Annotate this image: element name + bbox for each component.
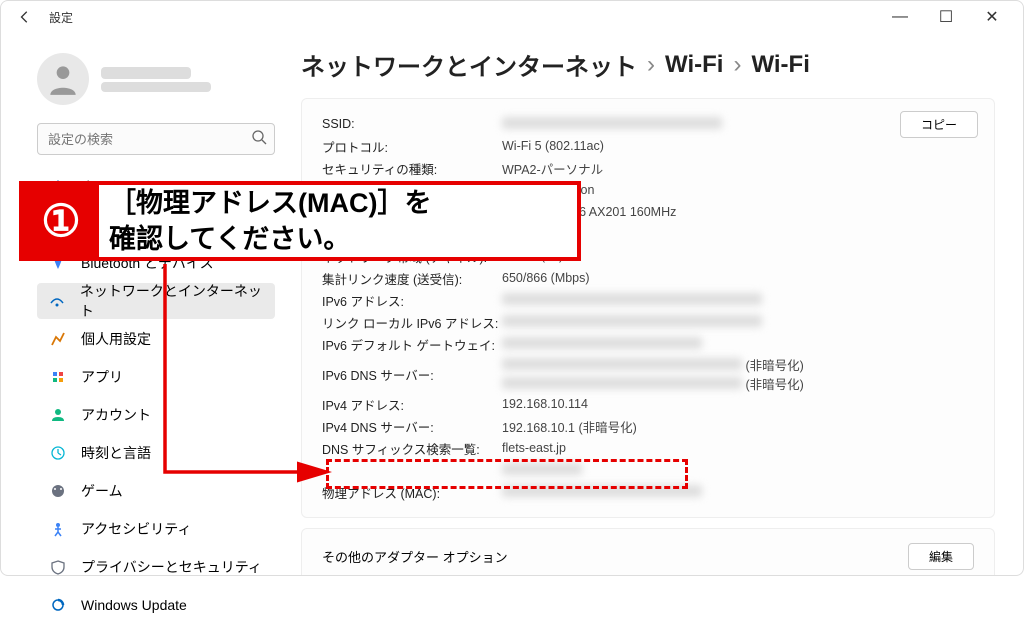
detail-row: IPv6 デフォルト ゲートウェイ: bbox=[322, 333, 974, 355]
detail-row bbox=[322, 459, 974, 481]
detail-row: SSID: bbox=[322, 113, 974, 135]
accounts-icon bbox=[49, 406, 67, 424]
detail-row: DNS サフィックス検索一覧:flets-east.jp bbox=[322, 437, 974, 459]
detail-value: (非暗号化) (非暗号化) bbox=[502, 355, 804, 393]
detail-row: IPv6 DNS サーバー: (非暗号化) (非暗号化) bbox=[322, 355, 974, 393]
privacy-icon bbox=[49, 558, 67, 576]
detail-row: IPv4 アドレス:192.168.10.114 bbox=[322, 393, 974, 415]
detail-label: リンク ローカル IPv6 アドレス: bbox=[322, 313, 502, 332]
breadcrumb: ネットワークとインターネット › Wi-Fi › Wi-Fi bbox=[301, 47, 995, 82]
user-name bbox=[101, 67, 191, 79]
wifi-details-panel: コピー SSID:プロトコル:Wi-Fi 5 (802.11ac)セキュリティの… bbox=[301, 98, 995, 518]
sidebar-item-gaming[interactable]: ゲーム bbox=[37, 473, 275, 509]
detail-value: flets-east.jp bbox=[502, 441, 566, 455]
detail-label: プロトコル: bbox=[322, 137, 502, 156]
detail-label: IPv4 アドレス: bbox=[322, 395, 502, 414]
detail-row: セキュリティの種類:WPA2-パーソナル bbox=[322, 157, 974, 179]
detail-label: 物理アドレス (MAC): bbox=[322, 483, 502, 502]
search-box[interactable] bbox=[37, 123, 275, 155]
breadcrumb-mid[interactable]: Wi-Fi bbox=[665, 51, 723, 79]
other-adapter-panel: その他のアダプター オプション 編集 bbox=[301, 528, 995, 575]
copy-button[interactable]: コピー bbox=[900, 111, 978, 138]
breadcrumb-leaf: Wi-Fi bbox=[751, 51, 809, 79]
breadcrumb-root[interactable]: ネットワークとインターネット bbox=[301, 47, 637, 82]
windows-update-icon bbox=[49, 596, 67, 614]
personalization-icon bbox=[49, 330, 67, 348]
detail-value: WPA2-パーソナル bbox=[502, 159, 603, 178]
user-email bbox=[101, 82, 211, 92]
apps-icon bbox=[49, 368, 67, 386]
close-button[interactable]: ✕ bbox=[969, 1, 1015, 33]
sidebar-item-accounts[interactable]: アカウント bbox=[37, 397, 275, 433]
edit-button[interactable]: 編集 bbox=[908, 543, 974, 570]
annotation-number: ① bbox=[23, 185, 99, 257]
network-icon bbox=[49, 292, 66, 310]
sidebar-item-label: ゲーム bbox=[81, 481, 123, 501]
detail-label: セキュリティの種類: bbox=[322, 159, 502, 178]
window-title: 設定 bbox=[49, 9, 73, 26]
detail-value bbox=[502, 485, 702, 500]
sidebar-item-label: アプリ bbox=[81, 367, 123, 387]
detail-value bbox=[502, 337, 702, 352]
detail-label: 集計リンク速度 (送受信): bbox=[322, 269, 502, 288]
avatar bbox=[37, 53, 89, 105]
search-input[interactable] bbox=[37, 123, 275, 155]
maximize-button[interactable]: ☐ bbox=[923, 1, 969, 33]
sidebar-item-label: アクセシビリティ bbox=[81, 519, 191, 539]
detail-value: 192.168.10.114 bbox=[502, 397, 588, 411]
annotation-callout: ① ［物理アドレス(MAC)］を 確認してください。 bbox=[19, 181, 581, 261]
search-icon bbox=[251, 129, 267, 150]
chevron-right-icon: › bbox=[733, 51, 741, 79]
detail-value bbox=[502, 117, 722, 132]
back-button[interactable] bbox=[9, 1, 41, 33]
detail-label: IPv6 アドレス: bbox=[322, 291, 502, 310]
sidebar-item-label: 時刻と言語 bbox=[81, 443, 151, 463]
sidebar-item-apps[interactable]: アプリ bbox=[37, 359, 275, 395]
detail-label: IPv6 DNS サーバー: bbox=[322, 365, 502, 384]
sidebar-item-accessibility[interactable]: アクセシビリティ bbox=[37, 511, 275, 547]
annotation-line1: ［物理アドレス(MAC)］を bbox=[109, 185, 431, 221]
detail-row: プロトコル:Wi-Fi 5 (802.11ac) bbox=[322, 135, 974, 157]
detail-value bbox=[502, 315, 762, 330]
other-adapter-label: その他のアダプター オプション bbox=[322, 547, 508, 566]
detail-row: 集計リンク速度 (送受信):650/866 (Mbps) bbox=[322, 267, 974, 289]
detail-row: 物理アドレス (MAC): bbox=[322, 481, 974, 503]
sidebar-item-label: プライバシーとセキュリティ bbox=[81, 557, 262, 577]
sidebar-item-windows-update[interactable]: Windows Update bbox=[37, 587, 275, 623]
sidebar-item-network[interactable]: ネットワークとインターネット bbox=[37, 283, 275, 319]
accessibility-icon bbox=[49, 520, 67, 538]
chevron-right-icon: › bbox=[647, 51, 655, 79]
detail-value bbox=[502, 293, 762, 308]
detail-label: SSID: bbox=[322, 117, 502, 131]
minimize-button[interactable]: ― bbox=[877, 1, 923, 33]
detail-row: リンク ローカル IPv6 アドレス: bbox=[322, 311, 974, 333]
sidebar-item-label: 個人用設定 bbox=[81, 329, 151, 349]
sidebar-item-label: Windows Update bbox=[81, 597, 187, 613]
detail-row: IPv4 DNS サーバー:192.168.10.1 (非暗号化) bbox=[322, 415, 974, 437]
annotation-line2: 確認してください。 bbox=[109, 221, 431, 257]
gaming-icon bbox=[49, 482, 67, 500]
detail-label: IPv4 DNS サーバー: bbox=[322, 417, 502, 436]
sidebar-item-time-language[interactable]: 時刻と言語 bbox=[37, 435, 275, 471]
time-language-icon bbox=[49, 444, 67, 462]
sidebar-item-label: ネットワークとインターネット bbox=[80, 281, 263, 321]
detail-row: IPv6 アドレス: bbox=[322, 289, 974, 311]
detail-label: IPv6 デフォルト ゲートウェイ: bbox=[322, 335, 502, 354]
sidebar-item-label: アカウント bbox=[81, 405, 151, 425]
sidebar-item-personalization[interactable]: 個人用設定 bbox=[37, 321, 275, 357]
detail-label: DNS サフィックス検索一覧: bbox=[322, 439, 502, 458]
detail-value bbox=[502, 463, 582, 478]
detail-value: Wi-Fi 5 (802.11ac) bbox=[502, 139, 604, 153]
user-profile[interactable] bbox=[37, 53, 275, 105]
detail-value: 192.168.10.1 (非暗号化) bbox=[502, 417, 637, 436]
detail-value: 650/866 (Mbps) bbox=[502, 271, 590, 285]
sidebar-item-privacy[interactable]: プライバシーとセキュリティ bbox=[37, 549, 275, 585]
